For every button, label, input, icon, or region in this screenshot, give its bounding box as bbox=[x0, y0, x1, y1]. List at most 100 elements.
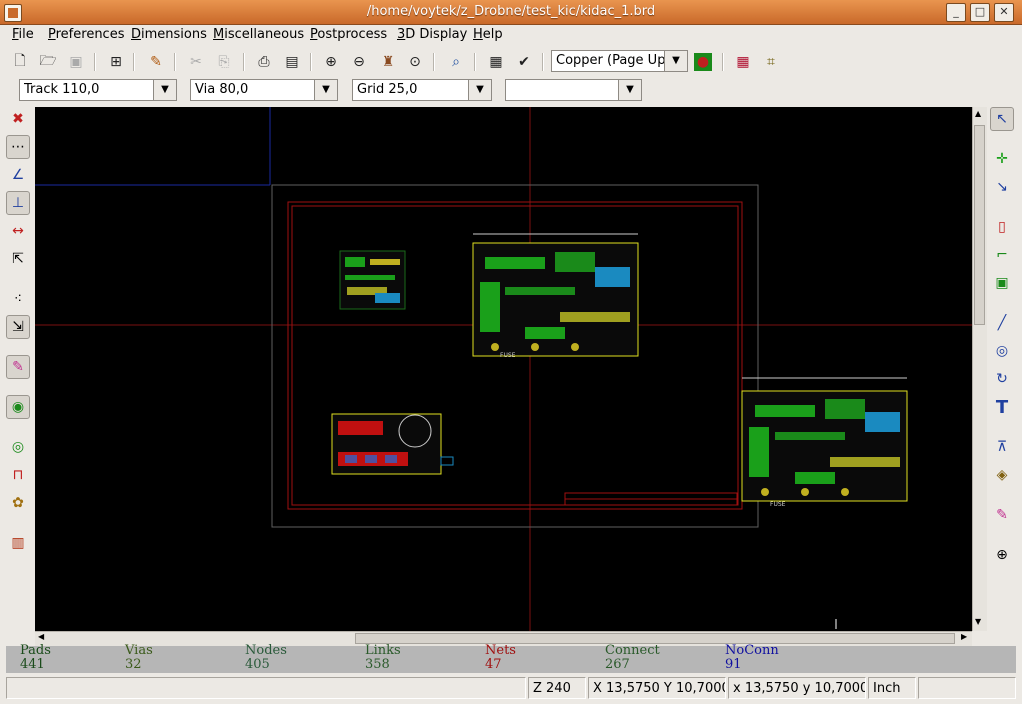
units-mm-icon[interactable]: ↔ bbox=[6, 219, 30, 243]
scroll-down-icon[interactable]: ▼ bbox=[975, 617, 981, 626]
stat-vias: Vias 32 bbox=[125, 643, 153, 672]
vertical-scrollbar[interactable]: ▲ ▼ bbox=[972, 107, 987, 631]
board-view: FUSE FUSE bbox=[35, 107, 972, 631]
chevron-down-icon: ▼ bbox=[618, 80, 641, 100]
cursor-shape-icon[interactable]: ⇱ bbox=[6, 247, 30, 271]
highlight-net-icon[interactable]: ✛ bbox=[990, 147, 1014, 171]
aux-toolbar: Track 110,0 ▼ Via 80,0 ▼ Grid 25,0 ▼ ▼ bbox=[0, 77, 1022, 105]
plot-icon[interactable]: ▤ bbox=[281, 51, 303, 73]
polar-coord-icon[interactable]: ∠ bbox=[6, 163, 30, 187]
save-board-icon[interactable]: ▣ bbox=[65, 51, 87, 73]
zoom-select[interactable]: ▼ bbox=[505, 79, 642, 101]
chevron-down-icon: ▼ bbox=[153, 80, 176, 100]
small-board-2 bbox=[331, 413, 454, 475]
main-toolbar: 🗋 🗁 ▣ ⊞ ✎ ✂ ⎘ ⎙ ▤ ⊕ ⊖ ♜ ⊙ ⌕ ▦ ✔ Copper (… bbox=[0, 47, 1022, 77]
set-origin-icon[interactable]: ⊕ bbox=[990, 543, 1014, 567]
menu-preferences[interactable]: Preferences bbox=[48, 27, 124, 42]
high-contrast-icon[interactable]: ✿ bbox=[6, 491, 30, 515]
redraw-icon[interactable]: ♜ bbox=[377, 51, 399, 73]
local-ratsnest-icon[interactable]: ↘ bbox=[990, 175, 1014, 199]
select-arrow-icon[interactable]: ↖ bbox=[990, 107, 1014, 131]
title-bar: /home/voytek/z_Drobne/test_kic/kidac_1.b… bbox=[0, 0, 1022, 25]
layer-select[interactable]: Copper (Page Up) ▼ bbox=[551, 50, 688, 72]
add-arc-icon[interactable]: ↻ bbox=[990, 367, 1014, 391]
scroll-right-icon[interactable]: ▶ bbox=[961, 632, 967, 641]
window-title: /home/voytek/z_Drobne/test_kic/kidac_1.b… bbox=[366, 4, 656, 19]
open-board-icon[interactable]: 🗁 bbox=[37, 51, 59, 73]
menu-help[interactable]: Help bbox=[473, 27, 503, 42]
board-stats-bar: Pads 441 Vias 32 Nodes 405 Links 358 Nets 47 … bbox=[6, 643, 1016, 673]
menu-miscellaneous[interactable]: Miscellaneous bbox=[213, 27, 304, 42]
scroll-thumb[interactable] bbox=[974, 125, 985, 325]
track-width-select[interactable]: Track 110,0 ▼ bbox=[19, 79, 177, 101]
netlist-icon[interactable]: ▦ bbox=[485, 51, 507, 73]
menu-postprocess[interactable]: Postprocess bbox=[310, 27, 387, 42]
chevron-down-icon: ▼ bbox=[468, 80, 491, 100]
module-ratsnest-icon[interactable]: ⇲ bbox=[6, 315, 30, 339]
close-button[interactable]: ✕ bbox=[994, 3, 1014, 22]
add-line-icon[interactable]: ╱ bbox=[990, 311, 1014, 335]
minimize-button[interactable]: _ bbox=[946, 3, 966, 22]
zoom-page-icon[interactable]: ⊙ bbox=[404, 51, 426, 73]
status-rel-coords: x 13,5750 y 10,7000 bbox=[728, 677, 866, 699]
ratsnest-icon[interactable]: ⁖ bbox=[6, 287, 30, 311]
add-module-icon[interactable]: ▯ bbox=[990, 215, 1014, 239]
autoplace-icon[interactable]: ▦ bbox=[732, 51, 754, 73]
chevron-down-icon: ▼ bbox=[314, 80, 337, 100]
scroll-left-icon[interactable]: ◀ bbox=[38, 632, 44, 641]
add-zone-icon[interactable]: ▣ bbox=[990, 271, 1014, 295]
grid-select[interactable]: Grid 25,0 ▼ bbox=[352, 79, 492, 101]
tools-toolbar: ↖ ✛ ↘ ▯ ⌐ ▣ ╱ ◎ ↻ T ⊼ ◈ ✎ ⊕ bbox=[988, 107, 1018, 647]
pad-sketch-icon[interactable]: ◎ bbox=[6, 435, 30, 459]
chevron-down-icon: ▼ bbox=[664, 51, 687, 71]
page-settings-icon[interactable]: ⊞ bbox=[105, 51, 127, 73]
small-board-1 bbox=[339, 250, 406, 310]
stat-nodes: Nodes 405 bbox=[245, 643, 287, 672]
stat-links: Links 358 bbox=[365, 643, 401, 672]
zoom-in-icon[interactable]: ⊕ bbox=[320, 51, 342, 73]
cut-icon[interactable]: ✂ bbox=[185, 51, 207, 73]
add-dimension-icon[interactable]: ⊼ bbox=[990, 435, 1014, 459]
menu-file[interactable]: File bbox=[12, 27, 34, 42]
layer-pair-icon[interactable]: ● bbox=[694, 53, 712, 71]
maximize-button[interactable]: □ bbox=[970, 3, 990, 22]
track-sketch-icon[interactable]: ⊓ bbox=[6, 463, 30, 487]
status-zoom: Z 240 bbox=[528, 677, 586, 699]
add-target-icon[interactable]: ◈ bbox=[990, 463, 1014, 487]
pcb-canvas[interactable]: FUSE FUSE bbox=[35, 107, 972, 631]
zoom-out-icon[interactable]: ⊖ bbox=[348, 51, 370, 73]
options-toolbar: ✖ ⋯ ∠ ⊥ ↔ ⇱ ⁖ ⇲ ✎ ◉ ◎ ⊓ ✿ ▥ bbox=[4, 107, 34, 647]
add-track-icon[interactable]: ⌐ bbox=[990, 243, 1014, 267]
autoroute-icon[interactable]: ⌗ bbox=[760, 51, 782, 73]
drc-off-icon[interactable]: ✖ bbox=[6, 107, 30, 131]
status-units: Inch bbox=[868, 677, 916, 699]
new-board-icon[interactable]: 🗋 bbox=[9, 51, 31, 73]
delete-item-icon[interactable]: ✎ bbox=[990, 503, 1014, 527]
units-inch-icon[interactable]: ⊥ bbox=[6, 191, 30, 215]
module-editor-icon[interactable]: ✎ bbox=[145, 51, 167, 73]
auto-delete-track-icon[interactable]: ✎ bbox=[6, 355, 30, 379]
layers-manager-icon[interactable]: ▥ bbox=[6, 531, 30, 555]
via-size-select[interactable]: Via 80,0 ▼ bbox=[190, 79, 338, 101]
print-icon[interactable]: ⎙ bbox=[253, 51, 275, 73]
add-circle-icon[interactable]: ◎ bbox=[990, 339, 1014, 363]
menu-3d-display[interactable]: 3D Display bbox=[397, 27, 467, 42]
copy-icon[interactable]: ⎘ bbox=[213, 51, 235, 73]
stat-noconn: NoConn 91 bbox=[725, 643, 779, 672]
status-bar: Z 240 X 13,5750 Y 10,7000 x 13,5750 y 10… bbox=[0, 676, 1022, 702]
drc-icon[interactable]: ✔ bbox=[513, 51, 535, 73]
find-icon[interactable]: ⌕ bbox=[445, 51, 467, 73]
status-extra bbox=[918, 677, 1016, 699]
grid-toggle-icon[interactable]: ⋯ bbox=[6, 135, 30, 159]
add-text-icon[interactable]: T bbox=[990, 395, 1014, 419]
status-abs-coords: X 13,5750 Y 10,7000 bbox=[588, 677, 726, 699]
silk-text-fuse: FUSE bbox=[500, 352, 516, 359]
stat-pads: Pads 441 bbox=[20, 643, 51, 672]
menu-bar: File Preferences Dimensions Miscellaneou… bbox=[0, 25, 1022, 46]
status-message bbox=[6, 677, 526, 699]
menu-dimensions[interactable]: Dimensions bbox=[131, 27, 207, 42]
zones-show-icon[interactable]: ◉ bbox=[6, 395, 30, 419]
main-board-1: FUSE bbox=[472, 233, 639, 359]
scroll-up-icon[interactable]: ▲ bbox=[975, 109, 981, 118]
stat-nets: Nets 47 bbox=[485, 643, 516, 672]
